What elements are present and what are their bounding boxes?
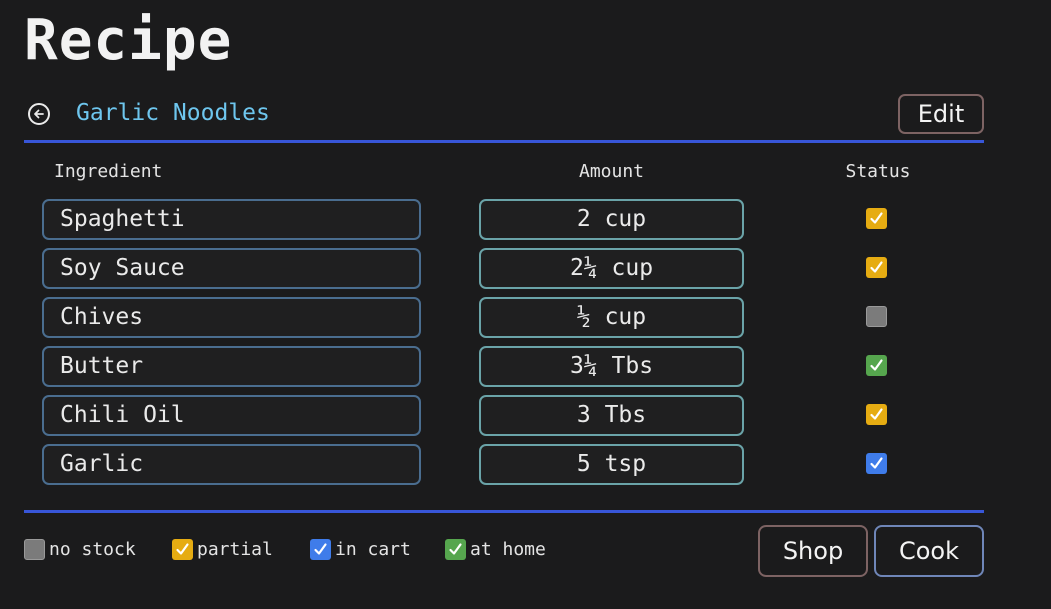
header-divider	[24, 140, 984, 143]
check-icon	[312, 541, 329, 558]
check-icon	[447, 541, 464, 558]
ingredient-field[interactable]: Soy Sauce	[42, 248, 421, 289]
ingredient-field[interactable]: Garlic	[42, 444, 421, 485]
legend-label: in cart	[335, 539, 411, 560]
check-icon	[868, 406, 885, 423]
cook-button[interactable]: Cook	[874, 525, 984, 577]
amount-field[interactable]: 2 cup	[479, 199, 744, 240]
amount-field[interactable]: 2¼ cup	[479, 248, 744, 289]
footer-divider	[24, 510, 984, 513]
legend-swatch	[445, 539, 466, 560]
legend-label: no stock	[49, 539, 136, 560]
check-icon	[868, 455, 885, 472]
recipe-name: Garlic Noodles	[76, 100, 270, 126]
column-header-amount: Amount	[578, 161, 645, 182]
recipe-header: Garlic Noodles Edit	[24, 94, 984, 136]
status-checkbox[interactable]	[866, 257, 887, 278]
amount-field[interactable]: 3 Tbs	[479, 395, 744, 436]
legend-item: at home	[445, 538, 546, 561]
amount-field[interactable]: 5 tsp	[479, 444, 744, 485]
edit-button[interactable]: Edit	[898, 94, 984, 134]
amount-field[interactable]: 3¼ Tbs	[479, 346, 744, 387]
ingredient-field[interactable]: Chives	[42, 297, 421, 338]
status-checkbox[interactable]	[866, 355, 887, 376]
status-checkbox[interactable]	[866, 453, 887, 474]
column-header-status: Status	[845, 161, 911, 182]
ingredient-field[interactable]: Butter	[42, 346, 421, 387]
check-icon	[868, 210, 885, 227]
legend-label: at home	[470, 539, 546, 560]
status-checkbox[interactable]	[866, 306, 887, 327]
legend-swatch	[310, 539, 331, 560]
legend-swatch	[24, 539, 45, 560]
legend-item: no stock	[24, 538, 136, 561]
legend-swatch	[172, 539, 193, 560]
amount-field[interactable]: ½ cup	[479, 297, 744, 338]
ingredient-field[interactable]: Spaghetti	[42, 199, 421, 240]
status-checkbox[interactable]	[866, 208, 887, 229]
shop-button[interactable]: Shop	[758, 525, 868, 577]
check-icon	[868, 259, 885, 276]
back-arrow-circle-icon[interactable]	[28, 103, 50, 125]
ingredient-field[interactable]: Chili Oil	[42, 395, 421, 436]
column-header-ingredient: Ingredient	[54, 161, 163, 182]
legend-item: in cart	[310, 538, 411, 561]
check-icon	[174, 541, 191, 558]
status-checkbox[interactable]	[866, 404, 887, 425]
legend-item: partial	[172, 538, 273, 561]
page-title: Recipe	[24, 8, 233, 73]
legend-label: partial	[197, 539, 273, 560]
check-icon	[868, 357, 885, 374]
